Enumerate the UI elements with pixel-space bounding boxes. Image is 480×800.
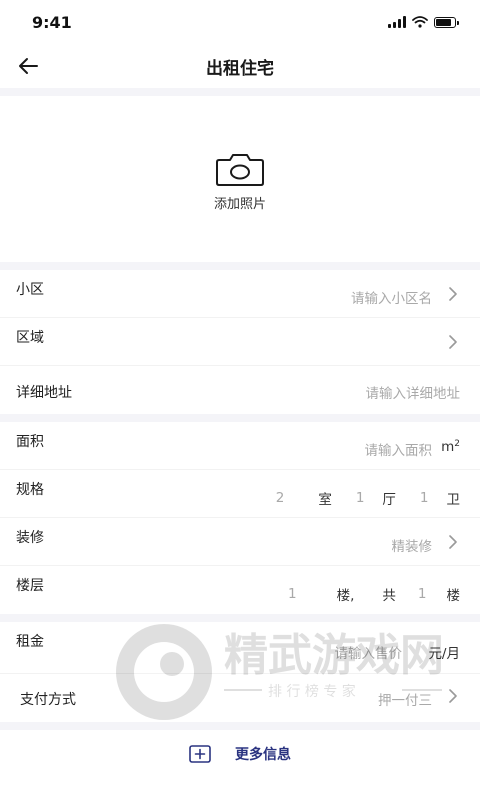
chevron-right-icon <box>449 335 457 349</box>
plus-square-icon <box>189 745 211 763</box>
area-label: 面积 <box>16 434 44 450</box>
rooms-unit: 室 <box>318 492 332 508</box>
status-time: 9:41 <box>32 12 72 32</box>
decoration-label: 装修 <box>16 530 44 546</box>
community-label: 小区 <box>16 282 44 298</box>
chevron-right-icon <box>449 689 457 703</box>
section-divider <box>0 614 480 622</box>
rent-label: 租金 <box>16 634 44 650</box>
region-label: 区域 <box>16 330 44 346</box>
floor-total-unit: 楼 <box>446 588 461 604</box>
signal-icon <box>388 16 406 28</box>
section-divider <box>0 414 480 422</box>
chevron-right-icon <box>449 287 457 301</box>
arrow-left-icon <box>19 58 38 74</box>
decoration-value[interactable]: 精装修 <box>392 535 433 555</box>
floor-input[interactable]: 1 <box>288 586 297 602</box>
rent-row[interactable]: 租金 请输入售价 元/月 <box>0 622 480 674</box>
back-button[interactable] <box>14 52 42 80</box>
address-label: 详细地址 <box>16 385 72 401</box>
floor-total-input[interactable]: 1 <box>418 586 427 602</box>
chevron-right-icon <box>449 535 457 549</box>
baths-unit: 卫 <box>446 492 461 508</box>
payment-row[interactable]: 支付方式 押一付三 <box>0 674 480 722</box>
status-icons <box>388 16 459 28</box>
payment-label: 支付方式 <box>20 692 76 708</box>
floor-row[interactable]: 楼层 1 楼, 共 1 楼 <box>0 566 480 614</box>
address-row[interactable]: 详细地址 请输入详细地址 <box>0 366 480 414</box>
area-unit: m2 <box>441 439 460 455</box>
nav-bar: 出租住宅 <box>0 44 480 88</box>
rooms-input[interactable]: 2 <box>276 490 285 506</box>
floor-inputs: 1 楼, 共 1 楼 <box>288 584 460 604</box>
decoration-row[interactable]: 装修 精装修 <box>0 518 480 566</box>
rent-unit: 元/月 <box>428 646 460 662</box>
add-photo-button[interactable]: 添加照片 <box>0 96 480 262</box>
layout-row[interactable]: 规格 2 室 1 厅 1 卫 <box>0 470 480 518</box>
community-row[interactable]: 小区 请输入小区名 <box>0 270 480 318</box>
add-photo-label: 添加照片 <box>213 196 266 212</box>
address-input[interactable]: 请输入详细地址 <box>366 382 461 402</box>
layout-inputs: 2 室 1 厅 1 卫 <box>276 488 460 508</box>
more-info-button[interactable]: 更多信息 <box>0 730 480 778</box>
baths-input[interactable]: 1 <box>420 490 429 506</box>
floor-label: 楼层 <box>16 578 44 594</box>
status-bar: 9:41 <box>0 0 480 44</box>
rent-input[interactable]: 请输入售价 <box>335 642 403 662</box>
floor-total-prefix: 共 <box>382 588 396 604</box>
section-divider <box>0 88 480 96</box>
halls-input[interactable]: 1 <box>356 490 365 506</box>
battery-icon <box>434 16 459 28</box>
area-input[interactable]: 请输入面积 <box>365 439 433 459</box>
halls-unit: 厅 <box>382 492 396 508</box>
section-divider <box>0 722 480 730</box>
floor-unit: 楼, <box>336 588 355 604</box>
region-row[interactable]: 区域 <box>0 318 480 366</box>
section-divider <box>0 262 480 270</box>
wifi-icon <box>412 16 428 28</box>
payment-value[interactable]: 押一付三 <box>378 689 432 709</box>
layout-label: 规格 <box>16 482 44 498</box>
page-title: 出租住宅 <box>206 58 274 79</box>
area-row[interactable]: 面积 请输入面积 m2 <box>0 422 480 470</box>
more-info-label: 更多信息 <box>235 747 291 763</box>
community-input[interactable]: 请输入小区名 <box>351 287 432 307</box>
camera-icon <box>216 153 264 186</box>
